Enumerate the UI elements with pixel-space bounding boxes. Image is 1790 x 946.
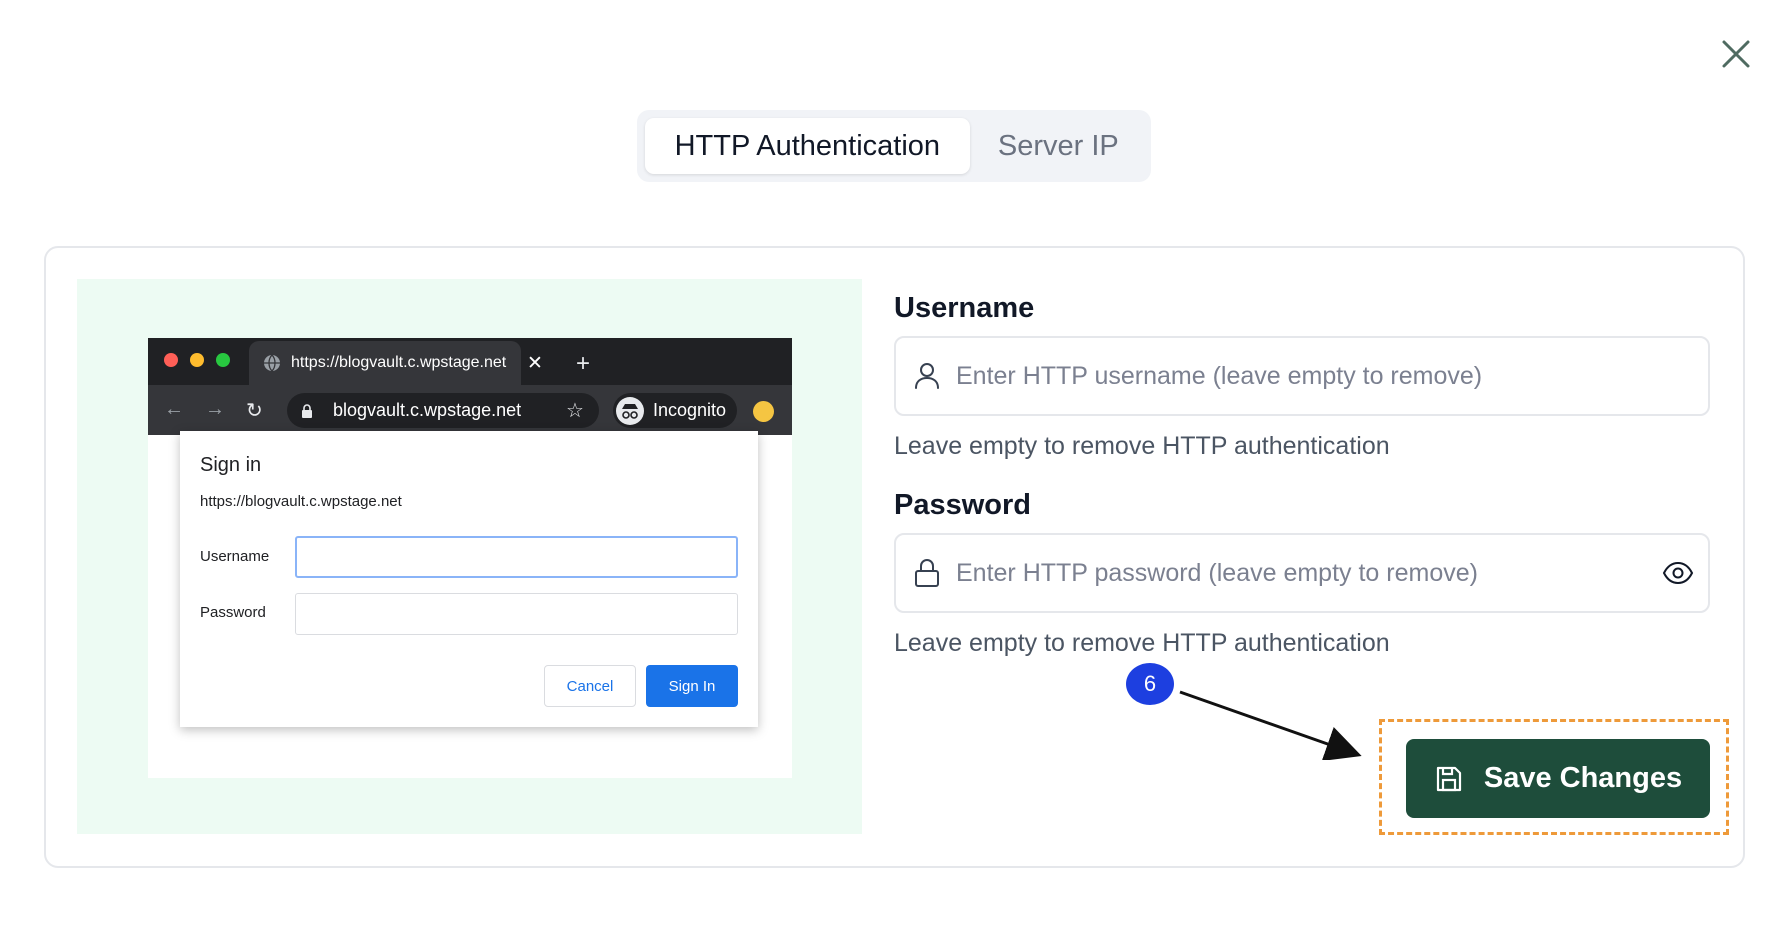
incognito-chip: Incognito <box>613 393 737 428</box>
save-changes-button[interactable]: Save Changes <box>1406 739 1710 818</box>
password-label: Password <box>894 489 1031 521</box>
signin-username-field <box>295 536 738 578</box>
omnibox: blogvault.c.wpstage.net <box>287 393 599 428</box>
update-icon <box>753 401 774 422</box>
lock-icon <box>915 559 939 587</box>
signin-dialog-title: Sign in <box>200 454 262 476</box>
tab-http-authentication[interactable]: HTTP Authentication <box>645 118 970 174</box>
username-field[interactable] <box>894 336 1710 416</box>
eye-icon <box>1662 561 1694 585</box>
back-arrow-icon: ← <box>164 398 184 420</box>
padlock-icon <box>302 403 312 418</box>
save-changes-label: Save Changes <box>1483 762 1683 794</box>
signin-username-label: Username <box>200 548 270 565</box>
incognito-label: Incognito <box>653 400 727 420</box>
password-field[interactable] <box>894 533 1710 613</box>
user-icon <box>915 363 939 389</box>
username-label: Username <box>894 292 1035 324</box>
signin-cancel-button: Cancel <box>544 665 636 707</box>
minimize-dot-icon <box>190 353 204 367</box>
signin-dialog-url: https://blogvault.c.wpstage.net <box>200 493 402 510</box>
star-icon: ☆ <box>566 400 584 422</box>
reload-icon: ↻ <box>246 400 263 422</box>
browser-tab-title: https://blogvault.c.wpstage.net <box>291 354 507 371</box>
forward-arrow-icon: → <box>205 398 225 420</box>
signin-password-field <box>295 593 738 635</box>
password-input[interactable] <box>956 558 1636 588</box>
annotation-arrow <box>1179 690 1362 760</box>
tab-server-ip[interactable]: Server IP <box>974 118 1143 174</box>
browser-tab: https://blogvault.c.wpstage.net <box>249 341 521 385</box>
maximize-dot-icon <box>216 353 230 367</box>
password-helper-text: Leave empty to remove HTTP authenticatio… <box>894 629 1390 657</box>
username-input[interactable] <box>956 361 1636 391</box>
step-badge: 6 <box>1126 663 1174 705</box>
tab-switcher: HTTP Authentication Server IP <box>637 110 1151 182</box>
close-icon <box>1722 40 1750 68</box>
signin-password-label: Password <box>200 604 266 621</box>
tab-close-icon: ✕ <box>527 353 543 374</box>
username-helper-text: Leave empty to remove HTTP authenticatio… <box>894 432 1390 460</box>
close-button[interactable] <box>1716 34 1756 74</box>
save-icon <box>1436 766 1461 791</box>
close-dot-icon <box>164 353 178 367</box>
globe-icon <box>264 354 280 372</box>
new-tab-icon: + <box>576 350 591 377</box>
omnibox-url: blogvault.c.wpstage.net <box>333 400 522 420</box>
signin-submit-button: Sign In <box>646 665 738 707</box>
incognito-icon <box>616 396 644 425</box>
toggle-password-visibility[interactable] <box>1662 557 1694 594</box>
